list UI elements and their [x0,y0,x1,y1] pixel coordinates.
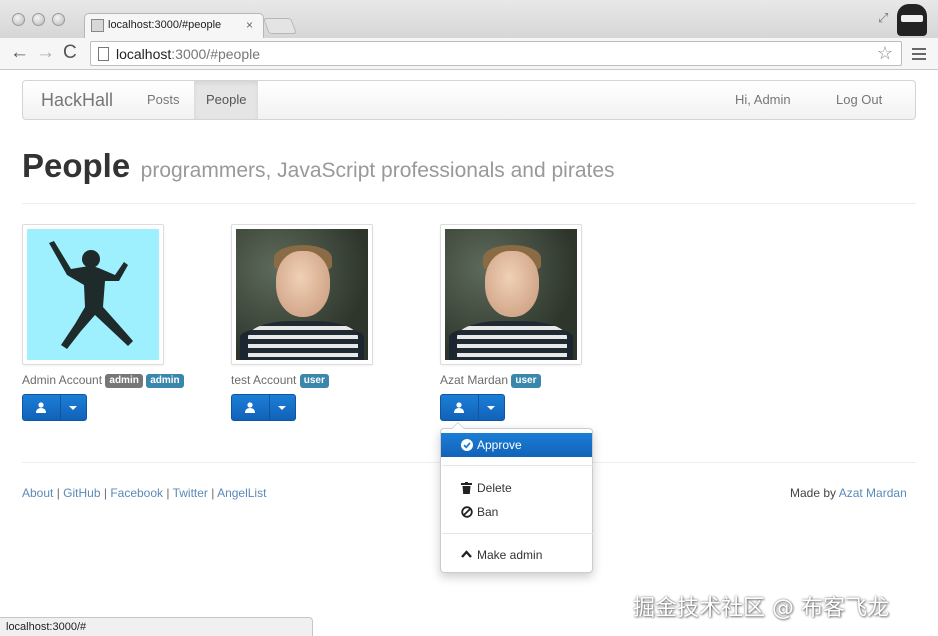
url-text: localhost:3000/#people [116,46,261,62]
user-icon [454,402,465,413]
role-badge: user [511,374,541,388]
back-arrow-icon[interactable]: ← [10,42,29,64]
avatar-image [236,229,368,360]
person-caption: Admin Account admin admin [22,372,184,388]
page-favicon-icon [91,19,104,32]
star-icon[interactable]: ☆ [877,43,893,64]
chevron-up-icon [461,550,472,558]
divider [22,203,916,204]
person-card: Azat Mardan user [440,224,582,421]
page-title: People [22,147,131,184]
user-actions-button-group [440,394,505,421]
person-name[interactable]: test Account [231,373,296,387]
footer-link-github[interactable]: GitHub [63,486,100,500]
menu-item-make-admin[interactable]: Make admin [441,543,592,567]
footer-link-about[interactable]: About [22,486,53,500]
role-badge: admin [105,374,143,388]
person-card: test Account user [231,224,373,421]
user-actions-dropdown-menu: Approve Delete Ban Make admin [440,422,593,573]
thumbnail[interactable] [440,224,582,365]
page-subtitle: programmers, JavaScript professionals an… [140,159,615,182]
ban-icon [461,506,473,518]
menu-divider [442,533,593,534]
address-bar[interactable]: localhost:3000/#people ☆ [90,41,902,66]
person-caption: test Account user [231,372,373,388]
caret-down-icon [487,405,496,410]
avatar-image [27,229,159,360]
caret-down-icon [69,405,78,410]
watermark: 掘金技术社区 @ 布客飞龙 [633,596,889,621]
user-profile-button[interactable] [23,395,60,420]
browser-tabstrip: localhost:3000/#people × ⤢ [0,0,938,38]
forward-arrow-icon[interactable]: → [36,42,55,64]
person-name[interactable]: Admin Account [22,373,102,387]
new-tab-button[interactable] [263,18,297,34]
footer-link-angellist[interactable]: AngelList [217,486,266,500]
user-profile-button[interactable] [441,395,478,420]
window-minimize-button[interactable] [32,13,45,26]
trash-icon [461,482,472,494]
footer-links: About | GitHub | Facebook | Twitter | An… [22,486,267,500]
nav-greeting[interactable]: Hi, Admin [723,81,803,119]
person-caption: Azat Mardan user [440,372,582,388]
nav-link-people[interactable]: People [194,81,259,119]
user-actions-dropdown-toggle[interactable] [477,395,504,420]
footer-link-twitter[interactable]: Twitter [173,486,208,500]
app-navbar: HackHall Posts People Hi, Admin Log Out [22,80,916,120]
check-circle-icon [461,439,473,451]
window-close-button[interactable] [12,13,25,26]
user-icon [245,402,256,413]
brand-link[interactable]: HackHall [41,90,113,111]
user-icon [36,402,47,413]
footer-link-facebook[interactable]: Facebook [110,486,163,500]
menu-item-delete[interactable]: Delete [441,476,592,500]
role-badge: admin [146,374,184,388]
menu-item-ban[interactable]: Ban [441,500,592,524]
logout-link[interactable]: Log Out [824,81,894,119]
profile-avatar-icon[interactable] [897,4,927,36]
author-link[interactable]: Azat Mardan [839,486,907,500]
user-actions-dropdown-toggle[interactable] [268,395,295,420]
browser-tab[interactable]: localhost:3000/#people × [84,13,264,38]
tab-close-icon[interactable]: × [246,18,253,32]
caret-down-icon [278,405,287,410]
reload-icon[interactable]: C [63,42,77,64]
person-name[interactable]: Azat Mardan [440,373,508,387]
user-actions-button-group [231,394,296,421]
user-actions-dropdown-toggle[interactable] [59,395,86,420]
role-badge: user [299,374,329,388]
browser-toolbar: ← → C localhost:3000/#people ☆ [0,38,938,70]
browser-status-bar: localhost:3000/# [0,617,313,636]
menu-divider [442,465,593,466]
window-zoom-button[interactable] [52,13,65,26]
fullscreen-icon[interactable]: ⤢ [878,10,888,26]
page-header: People programmers, JavaScript professio… [22,147,615,185]
menu-item-approve[interactable]: Approve [441,433,592,457]
user-actions-button-group [22,394,87,421]
tab-title: localhost:3000/#people [108,19,222,31]
person-card: Admin Account admin admin [22,224,184,421]
thumbnail[interactable] [22,224,164,365]
avatar-image [445,229,577,360]
thumbnail[interactable] [231,224,373,365]
menu-icon[interactable] [912,48,926,63]
page-icon [98,47,109,61]
made-by: Made by Azat Mardan [790,486,907,500]
nav-link-posts[interactable]: Posts [135,81,192,119]
user-profile-button[interactable] [232,395,269,420]
